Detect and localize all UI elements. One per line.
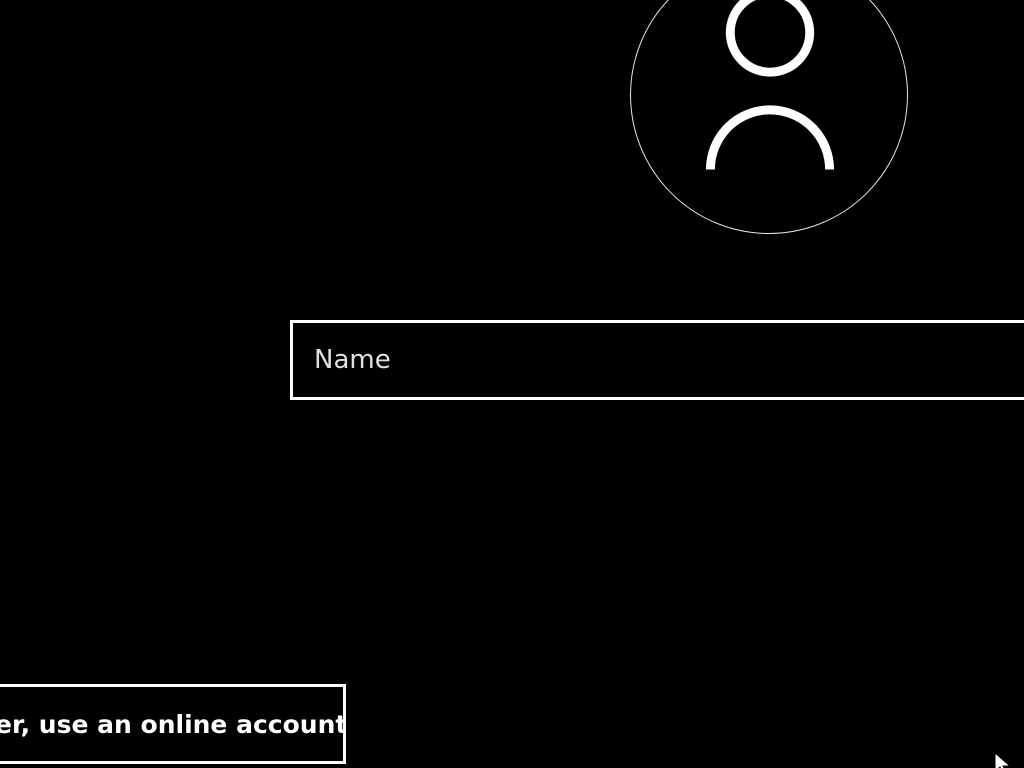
name-input[interactable] xyxy=(290,320,1024,400)
use-online-account-button[interactable]: er, use an online account xyxy=(0,684,346,764)
mouse-pointer-icon xyxy=(994,752,1012,768)
account-setup-screen: er, use an online account xyxy=(0,0,1024,768)
profile-avatar xyxy=(630,0,908,234)
user-avatar-icon xyxy=(705,0,835,170)
